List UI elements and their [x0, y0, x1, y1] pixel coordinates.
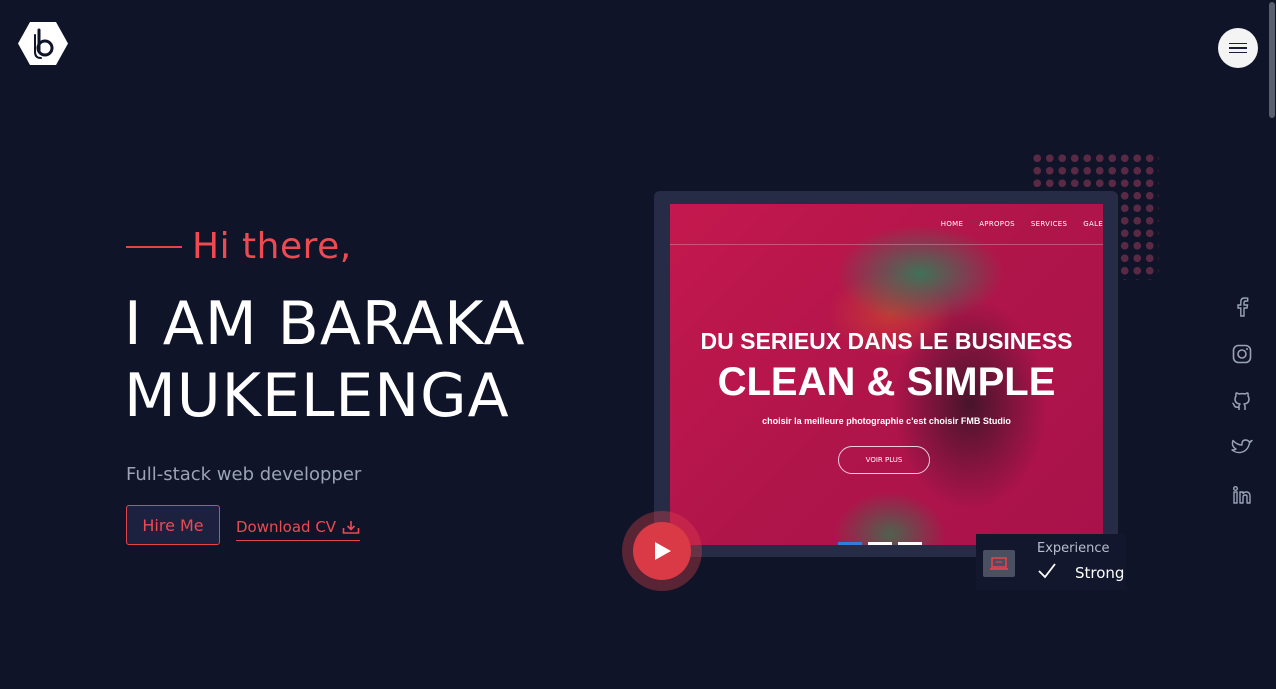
- hire-me-button[interactable]: Hire Me: [126, 505, 220, 545]
- facebook-icon[interactable]: [1230, 295, 1254, 318]
- menu-button[interactable]: [1218, 28, 1258, 68]
- social-links: [1230, 295, 1254, 506]
- mockup-screen: HOME APROPOS SERVICES GALE DU SERIEUX DA…: [670, 204, 1103, 545]
- github-icon[interactable]: [1230, 389, 1254, 412]
- hamburger-menu-icon: [1229, 42, 1247, 45]
- experience-value: Strong: [1075, 564, 1125, 582]
- mockup-subtitle: choisir la meilleure photographie c'est …: [762, 416, 1011, 426]
- logo-icon[interactable]: [18, 21, 68, 66]
- download-icon: [342, 520, 360, 534]
- role-subtitle: Full-stack web developper: [126, 464, 362, 485]
- slider-dot: [898, 542, 922, 545]
- instagram-icon[interactable]: [1230, 342, 1254, 365]
- mockup-nav-home: HOME: [940, 220, 964, 228]
- greeting-text: Hi there,: [192, 226, 352, 267]
- mockup-heading: DU SERIEUX DANS LE BUSINESS: [700, 328, 1073, 354]
- linkedin-icon[interactable]: [1230, 483, 1254, 506]
- page-title: I AM BARAKA MUKELENGA: [124, 288, 526, 432]
- twitter-icon[interactable]: [1230, 436, 1254, 459]
- play-button[interactable]: [633, 522, 691, 580]
- mockup-voir-plus-button: VOIR PLUS: [838, 446, 930, 474]
- slider-dot: [838, 542, 862, 545]
- mockup-slider-dots: [838, 542, 922, 545]
- download-cv-label: Download CV: [236, 518, 337, 536]
- mockup-nav: HOME APROPOS SERVICES GALE: [941, 220, 1103, 228]
- name-line-2: MUKELENGA: [124, 361, 510, 431]
- check-icon: [1038, 563, 1056, 579]
- laptop-icon: [983, 550, 1015, 577]
- mockup-nav-apropos: APROPOS: [979, 220, 1015, 228]
- mockup-nav-gale: GALE: [1083, 220, 1103, 228]
- mockup-nav-services: SERVICES: [1030, 220, 1068, 228]
- scrollbar[interactable]: [1268, 0, 1276, 689]
- name-line-1: I AM BARAKA: [124, 289, 526, 359]
- page: Hi there, I AM BARAKA MUKELENGA Full-sta…: [0, 0, 1276, 689]
- mockup-nav-divider: [670, 244, 1103, 245]
- greeting: Hi there,: [126, 226, 352, 267]
- mockup-title: CLEAN & SIMPLE: [717, 360, 1056, 404]
- download-cv-link[interactable]: Download CV: [236, 518, 361, 541]
- scrollbar-thumb[interactable]: [1269, 2, 1275, 118]
- experience-label: Experience: [1037, 541, 1110, 556]
- slider-dot: [868, 542, 892, 545]
- play-icon: [655, 542, 671, 560]
- greeting-line: [126, 245, 182, 248]
